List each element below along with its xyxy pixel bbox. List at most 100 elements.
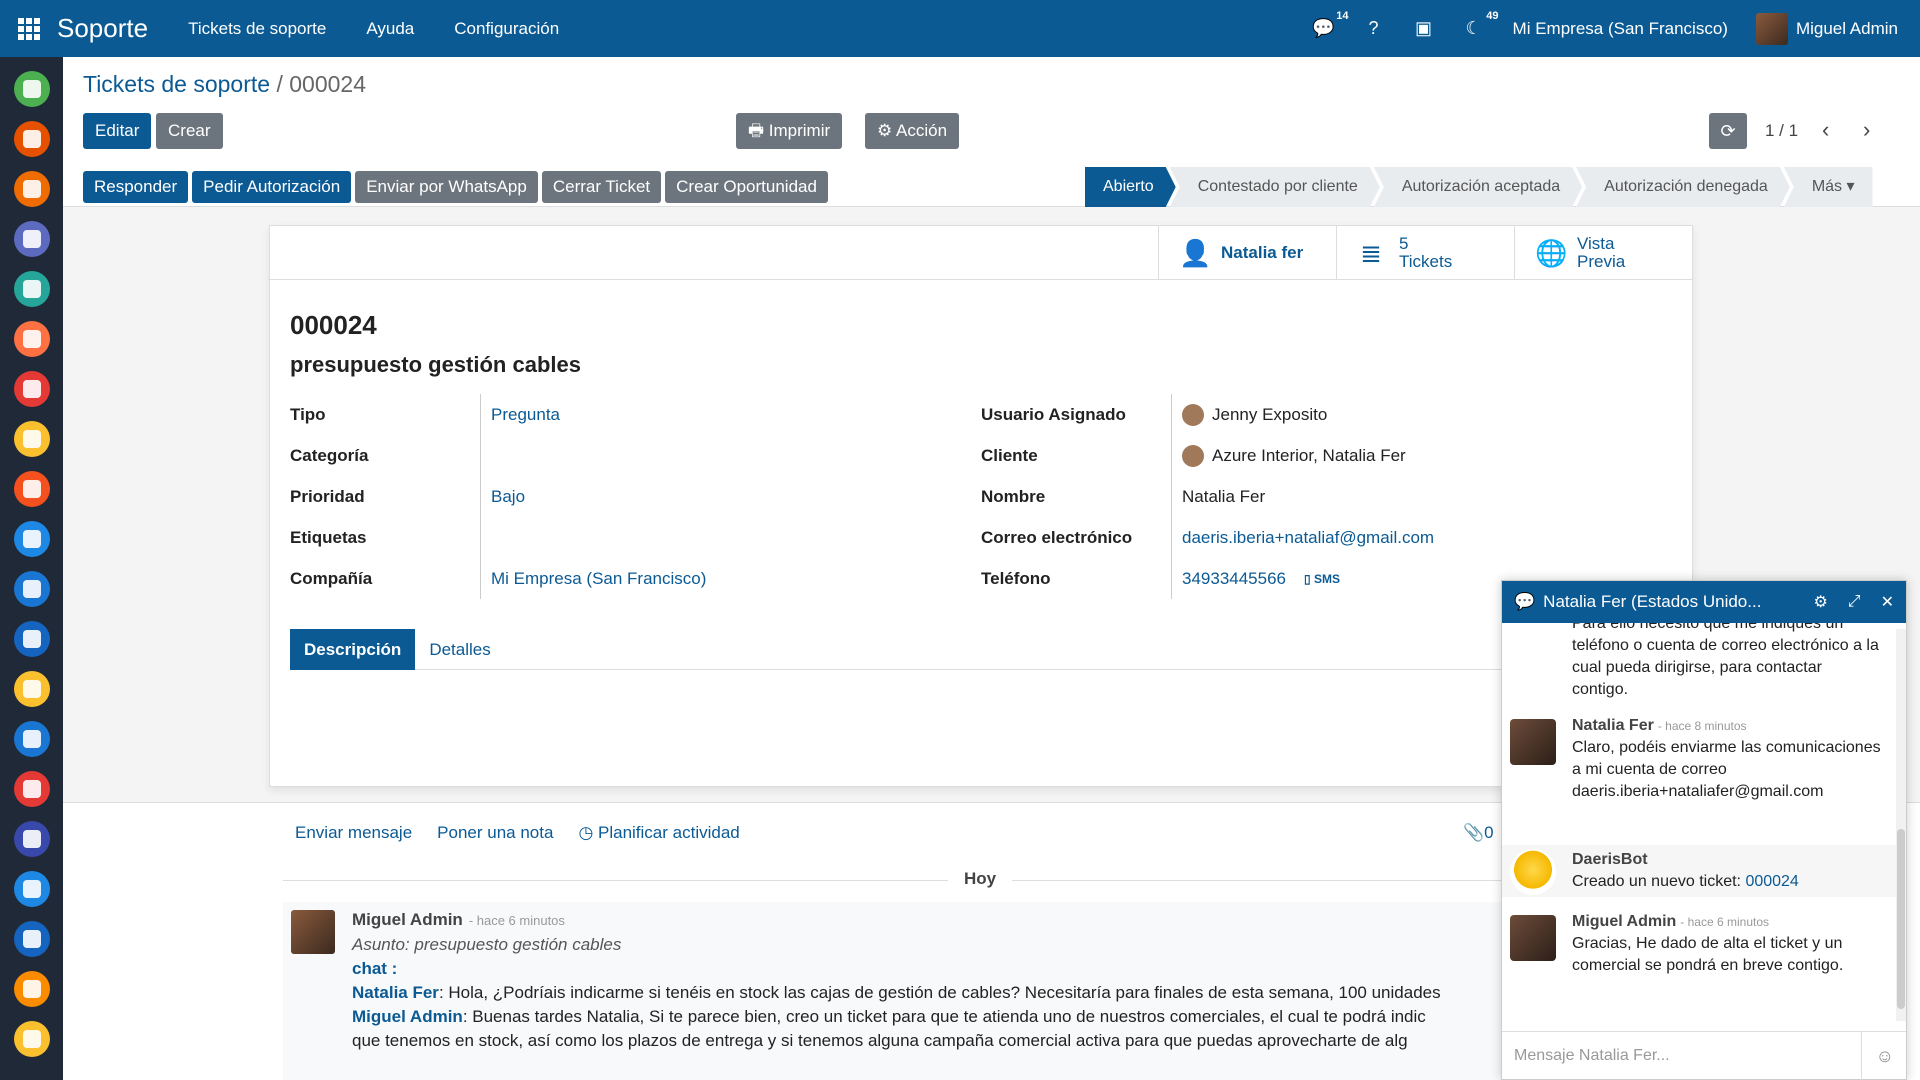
- app-icon[interactable]: [13, 471, 50, 507]
- scrollbar-thumb[interactable]: [1897, 829, 1905, 1009]
- apps-menu-icon[interactable]: [0, 0, 57, 57]
- app-icon[interactable]: [13, 1021, 50, 1057]
- compania-value[interactable]: Mi Empresa (San Francisco): [480, 558, 706, 599]
- correo-value[interactable]: daeris.iberia+nataliaf@gmail.com: [1171, 517, 1434, 558]
- send-whatsapp-button[interactable]: Enviar por WhatsApp: [355, 171, 538, 203]
- attachments-button[interactable]: 📎0: [1463, 823, 1494, 843]
- preview-smart-button[interactable]: 🌐 Vista Previa: [1514, 226, 1692, 280]
- close-ticket-button[interactable]: Cerrar Ticket: [541, 171, 662, 203]
- app-icon[interactable]: [13, 121, 50, 157]
- chat-text: Creado un nuevo ticket:: [1572, 873, 1746, 890]
- stage-more-label: Más: [1811, 178, 1843, 195]
- app-icon[interactable]: [13, 371, 50, 407]
- usuario-value[interactable]: Jenny Exposito: [1212, 405, 1327, 425]
- sms-button[interactable]: ▯ SMS: [1304, 572, 1340, 586]
- message-author: Miguel Admin: [352, 910, 463, 929]
- chat-header[interactable]: 💬 Natalia Fer (Estados Unido... ⚙ ⤢ ✕: [1502, 581, 1906, 623]
- action-button[interactable]: ⚙ Acción: [865, 113, 960, 149]
- stage-more-dropdown[interactable]: Más ▾: [1783, 167, 1873, 207]
- ticket-link[interactable]: 000024: [1745, 873, 1798, 890]
- request-authorization-button[interactable]: Pedir Autorización: [192, 171, 352, 203]
- etiquetas-value[interactable]: [480, 517, 491, 558]
- user-menu[interactable]: Miguel Admin: [1755, 12, 1898, 45]
- app-icon[interactable]: [13, 521, 50, 557]
- paperclip-icon: 📎: [1463, 823, 1485, 842]
- schedule-activity-link[interactable]: ◷ Planificar actividad: [578, 823, 739, 843]
- app-icon[interactable]: [13, 271, 50, 307]
- log-note-link[interactable]: Poner una nota: [437, 823, 553, 843]
- nombre-value[interactable]: Natalia Fer: [1171, 476, 1265, 517]
- refresh-icon[interactable]: ⟳: [1709, 113, 1747, 149]
- print-button[interactable]: 🖶 Imprimir: [736, 113, 843, 149]
- sms-label: SMS: [1313, 571, 1340, 586]
- chat-scrollbar[interactable]: [1896, 629, 1906, 1021]
- app-icon[interactable]: [13, 621, 50, 657]
- activity-icon[interactable]: ☾ 49: [1463, 10, 1498, 40]
- chat-composer: Mensaje Natalia Fer... ☺: [1502, 1031, 1906, 1080]
- emoji-icon[interactable]: ☺: [1860, 1031, 1894, 1080]
- customer-smart-button[interactable]: 👤 Natalia fer: [1158, 226, 1336, 280]
- create-button[interactable]: Crear: [156, 113, 223, 149]
- prioridad-label: Prioridad: [290, 486, 365, 506]
- tipo-value[interactable]: Pregunta: [480, 394, 560, 435]
- pager-value[interactable]: 1 / 1: [1765, 121, 1798, 141]
- stage-autorizacion-denegada[interactable]: Autorización denegada: [1576, 167, 1790, 207]
- app-icon[interactable]: [13, 221, 50, 257]
- app-icon[interactable]: [13, 671, 50, 707]
- breadcrumb-current: 000024: [289, 71, 366, 97]
- app-icon[interactable]: [13, 921, 50, 957]
- app-icon[interactable]: [13, 871, 50, 907]
- prioridad-value[interactable]: Bajo: [480, 476, 525, 517]
- app-icon[interactable]: [13, 821, 50, 857]
- app-icon[interactable]: [13, 171, 50, 207]
- menu-ayuda[interactable]: Ayuda: [366, 19, 414, 39]
- fields-left: Tipo Pregunta Categoría Prioridad Bajo Eti…: [290, 394, 706, 599]
- chat-author: Natalia Fer: [1572, 717, 1654, 734]
- message-time: - hace 6 minutos: [468, 913, 565, 928]
- app-icon[interactable]: [13, 321, 50, 357]
- stage-contestado[interactable]: Contestado por cliente: [1170, 167, 1380, 207]
- expand-icon[interactable]: ⤢: [1848, 593, 1861, 611]
- contacts-icon[interactable]: ▣: [1413, 18, 1435, 40]
- stage-abierto[interactable]: Abierto: [1085, 167, 1176, 207]
- app-icon[interactable]: [13, 771, 50, 807]
- control-panel: Tickets de soporte / 000024 Editar Crear…: [63, 57, 1920, 207]
- tab-descripcion[interactable]: Descripción: [290, 629, 416, 670]
- reply-button[interactable]: Responder: [83, 171, 189, 203]
- cliente-label: Cliente: [981, 445, 1038, 465]
- app-icon[interactable]: [13, 421, 50, 457]
- message-line1: : Hola, ¿Podríais indicarme si tenéis en…: [438, 983, 1441, 1002]
- app-icon[interactable]: [13, 71, 50, 107]
- send-message-link[interactable]: Enviar mensaje: [295, 823, 412, 843]
- chevron-left-icon[interactable]: ‹: [1822, 117, 1829, 143]
- chat-icon[interactable]: 💬 14: [1312, 10, 1348, 40]
- tickets-label: Tickets: [1399, 252, 1453, 271]
- app-icon[interactable]: [13, 971, 50, 1007]
- breadcrumb-parent[interactable]: Tickets de soporte: [83, 71, 270, 97]
- help-icon[interactable]: ?: [1363, 18, 1385, 40]
- stage-autorizacion-aceptada[interactable]: Autorización aceptada: [1374, 167, 1582, 207]
- app-brand[interactable]: Soporte: [57, 13, 148, 44]
- company-switcher[interactable]: Mi Empresa (San Francisco): [1513, 19, 1728, 39]
- app-glyph-icon: [22, 780, 41, 798]
- cliente-value[interactable]: Azure Interior, Natalia Fer: [1212, 446, 1406, 466]
- app-glyph-icon: [22, 530, 41, 548]
- tab-detalles[interactable]: Detalles: [415, 629, 504, 670]
- create-opportunity-button[interactable]: Crear Oportunidad: [665, 171, 828, 203]
- chevron-right-icon[interactable]: ›: [1863, 117, 1870, 143]
- close-icon[interactable]: ✕: [1881, 592, 1894, 612]
- categoria-value[interactable]: [480, 435, 491, 476]
- usuario-label: Usuario Asignado: [981, 404, 1126, 424]
- telefono-value[interactable]: 34933445566: [1182, 569, 1286, 589]
- app-icon[interactable]: [13, 721, 50, 757]
- menu-configuracion[interactable]: Configuración: [454, 19, 559, 39]
- menu-tickets[interactable]: Tickets de soporte: [188, 19, 326, 39]
- app-glyph-icon: [22, 580, 41, 598]
- edit-button[interactable]: Editar: [83, 113, 152, 149]
- chat-input[interactable]: Mensaje Natalia Fer...: [1514, 1047, 1670, 1065]
- tickets-smart-button[interactable]: ≣ 5 Tickets: [1336, 226, 1514, 280]
- globe-icon: 🌐: [1535, 237, 1568, 268]
- camera-icon[interactable]: ⚙: [1813, 592, 1827, 612]
- form-tabs: Descripción Detalles: [290, 629, 1674, 670]
- app-icon[interactable]: [13, 571, 50, 607]
